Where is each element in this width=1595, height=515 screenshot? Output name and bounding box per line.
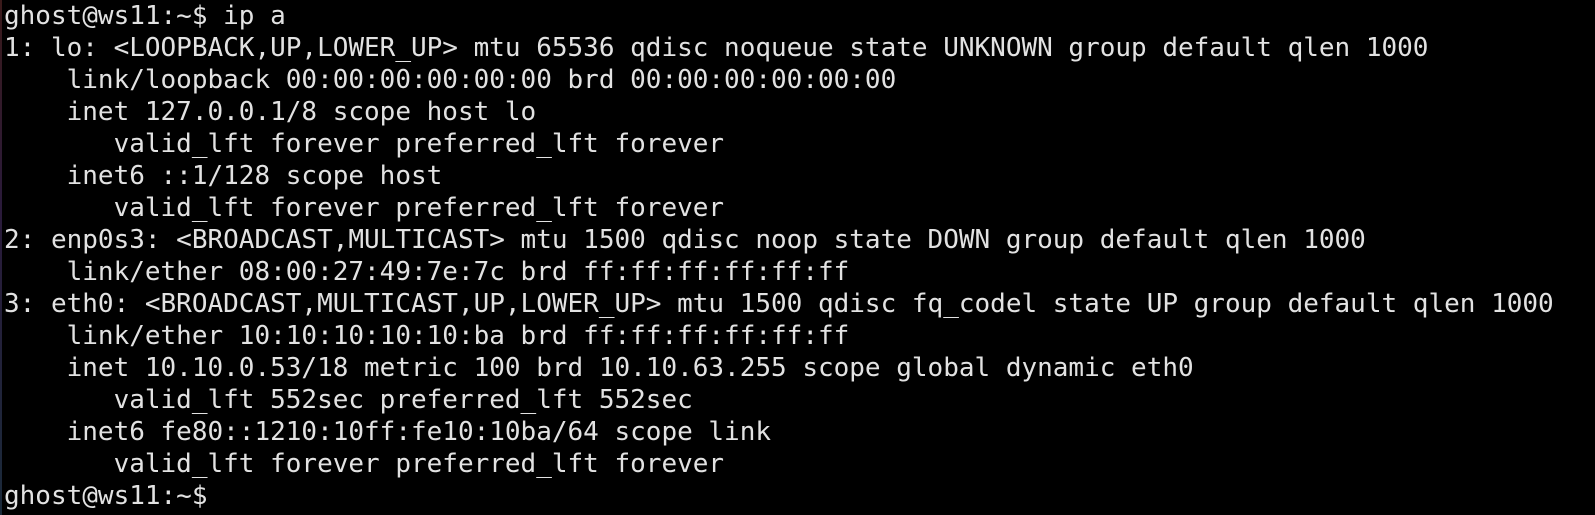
output-line: 3: eth0: <BROADCAST,MULTICAST,UP,LOWER_U…: [4, 289, 1554, 319]
command-line: ghost@ws11:~$ ip a: [4, 1, 286, 31]
output-line: inet 127.0.0.1/8 scope host lo: [4, 97, 537, 127]
terminal-window[interactable]: ghost@ws11:~$ ip a 1: lo: <LOOPBACK,UP,L…: [0, 0, 1595, 515]
output-line: valid_lft 552sec preferred_lft 552sec: [4, 385, 693, 415]
output-line: valid_lft forever preferred_lft forever: [4, 193, 725, 223]
output-line: 1: lo: <LOOPBACK,UP,LOWER_UP> mtu 65536 …: [4, 33, 1429, 63]
output-line: link/loopback 00:00:00:00:00:00 brd 00:0…: [4, 65, 897, 95]
output-line: valid_lft forever preferred_lft forever: [4, 449, 725, 479]
window-edge: [0, 0, 2, 515]
prompt-line[interactable]: ghost@ws11:~$: [4, 480, 1595, 512]
output-line: inet 10.10.0.53/18 metric 100 brd 10.10.…: [4, 353, 1194, 383]
output-line: inet6 ::1/128 scope host: [4, 161, 443, 191]
output-line: 2: enp0s3: <BROADCAST,MULTICAST> mtu 150…: [4, 225, 1366, 255]
output-line: link/ether 10:10:10:10:10:ba brd ff:ff:f…: [4, 321, 850, 351]
output-line: inet6 fe80::1210:10ff:fe10:10ba/64 scope…: [4, 417, 772, 447]
output-line: link/ether 08:00:27:49:7e:7c brd ff:ff:f…: [4, 257, 850, 287]
output-line: valid_lft forever preferred_lft forever: [4, 129, 725, 159]
